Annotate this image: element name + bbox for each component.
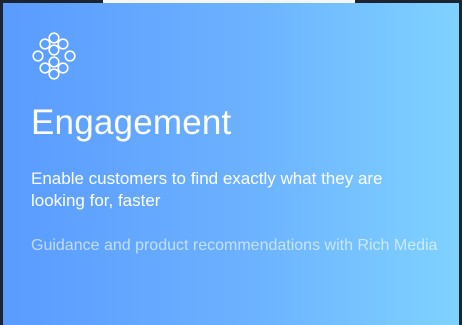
card-title: Engagement	[31, 103, 232, 142]
screenshot-frame: Engagement Enable customers to find exac…	[0, 0, 462, 325]
card-subtitle: Enable customers to find exactly what th…	[31, 169, 383, 210]
engagement-card[interactable]: Engagement Enable customers to find exac…	[3, 3, 459, 325]
card-description: Guidance and product recommendations wit…	[31, 237, 438, 254]
hexagon-network-icon	[30, 32, 78, 80]
